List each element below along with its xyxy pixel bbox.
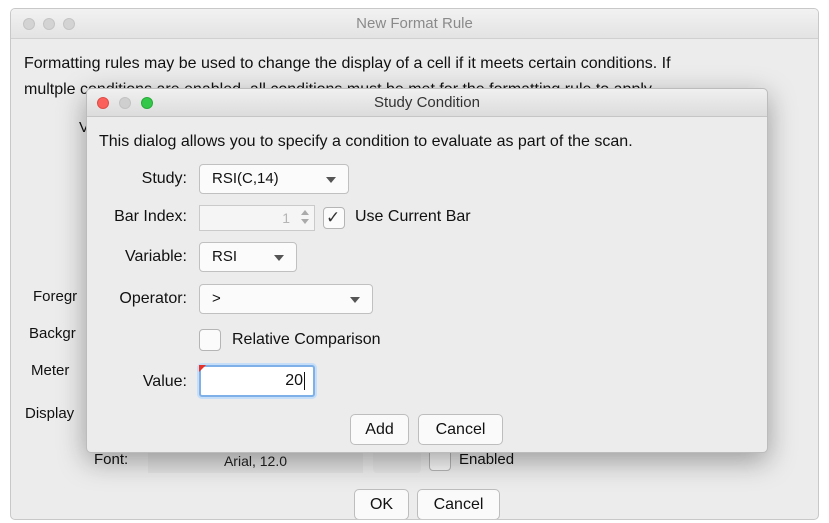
dialog-title: Study Condition xyxy=(374,94,480,111)
outer-cancel-button[interactable]: Cancel xyxy=(417,489,500,519)
value-input[interactable]: 20 xyxy=(199,365,315,397)
chevron-down-icon xyxy=(326,177,336,183)
add-button[interactable]: Add xyxy=(350,414,409,445)
font-label: Font: xyxy=(94,451,129,468)
value-input-text: 20 xyxy=(285,372,303,389)
text-caret xyxy=(304,371,305,390)
relative-comparison-checkbox[interactable] xyxy=(199,329,221,351)
spinner-arrows-icon[interactable] xyxy=(299,207,311,229)
operator-label: Operator: xyxy=(119,290,187,307)
outer-titlebar: New Format Rule xyxy=(11,9,818,39)
study-select[interactable]: RSI(C,14) xyxy=(199,164,349,194)
spinner-down-icon xyxy=(301,219,309,224)
operator-select-value: > xyxy=(212,290,221,307)
error-marker-icon xyxy=(199,365,206,372)
foreground-label: Foregr xyxy=(33,288,78,305)
dialog-titlebar: Study Condition xyxy=(87,89,767,117)
outer-description: Formatting rules may be used to change t… xyxy=(24,55,671,72)
use-current-bar-checkbox[interactable]: ✓ xyxy=(323,207,345,229)
use-current-bar-label: Use Current Bar xyxy=(355,208,471,225)
spinner-up-icon xyxy=(301,210,309,215)
display-label: Display xyxy=(25,405,75,422)
dialog-cancel-button[interactable]: Cancel xyxy=(418,414,503,445)
variable-select-value: RSI xyxy=(212,248,238,265)
enabled-label: Enabled xyxy=(459,451,515,468)
bar-index-spinner[interactable]: 1 xyxy=(199,205,315,231)
ok-button[interactable]: OK xyxy=(354,489,409,519)
operator-select[interactable]: > xyxy=(199,284,373,314)
relative-comparison-label: Relative Comparison xyxy=(232,331,381,348)
chevron-down-icon xyxy=(274,255,284,261)
dialog-description: This dialog allows you to specify a cond… xyxy=(99,133,633,150)
bar-index-label: Bar Index: xyxy=(114,208,187,225)
chevron-down-icon xyxy=(350,297,360,303)
checkmark-icon: ✓ xyxy=(326,208,341,227)
variable-select[interactable]: RSI xyxy=(199,242,297,272)
background-label: Backgr xyxy=(29,325,76,342)
study-condition-dialog: Study Condition This dialog allows you t… xyxy=(86,88,768,453)
meter-label: Meter xyxy=(31,362,70,379)
study-select-value: RSI(C,14) xyxy=(212,170,279,187)
value-label: Value: xyxy=(142,373,187,390)
study-label: Study: xyxy=(141,170,187,187)
outer-window-title: New Format Rule xyxy=(356,15,473,32)
variable-label: Variable: xyxy=(125,248,187,265)
